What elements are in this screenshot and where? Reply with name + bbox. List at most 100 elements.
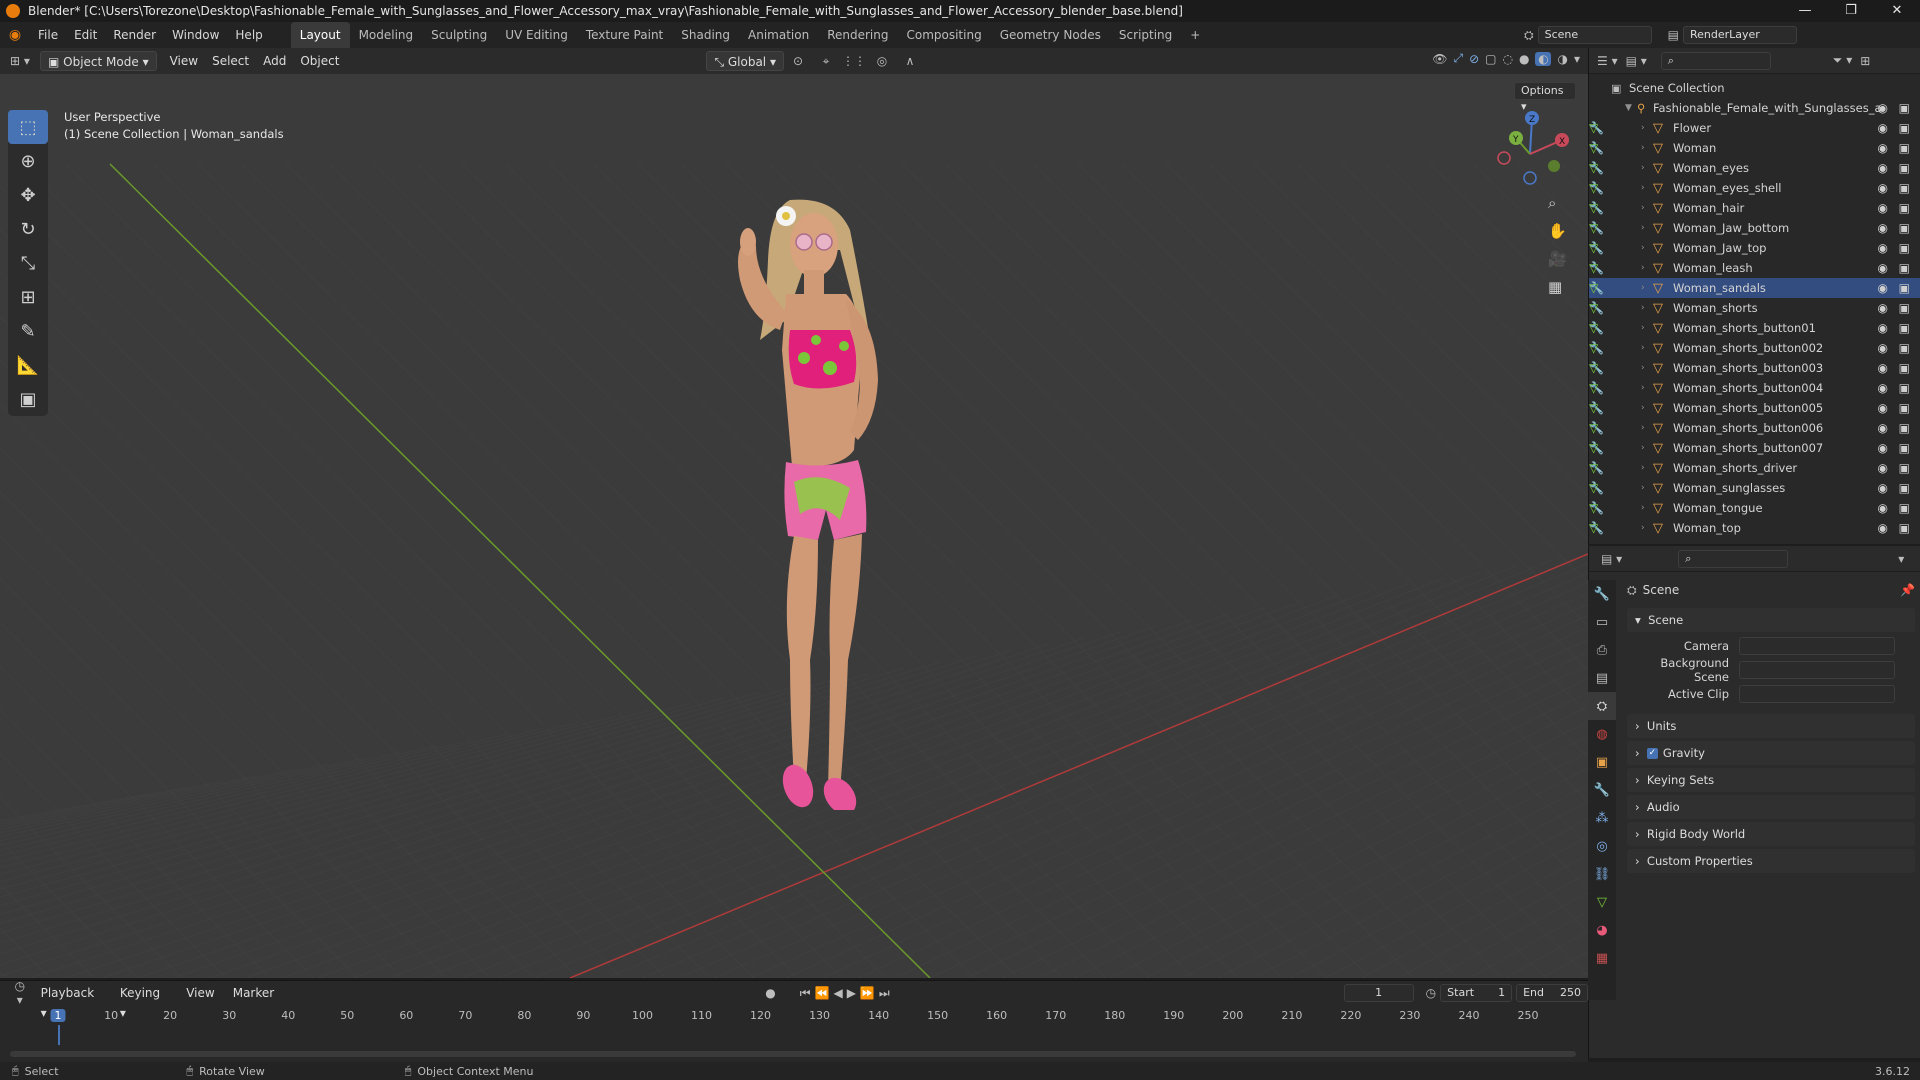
outliner-scene-collection[interactable]: ▣ Scene Collection xyxy=(1589,78,1920,98)
expand-icon[interactable]: › xyxy=(1641,483,1645,493)
mode-selector[interactable]: ▣ Object Mode ▾ xyxy=(40,51,157,71)
render-camera-icon[interactable]: ▣ xyxy=(1899,461,1910,475)
frame-ruler[interactable]: 1 10 20 30 40 50 60 70 80 90 100 110 120 130 140 150 160… xyxy=(0,1007,1588,1045)
expand-icon[interactable]: › xyxy=(1641,443,1645,453)
units-panel[interactable]: › Units xyxy=(1627,714,1915,738)
menu-help[interactable]: Help xyxy=(227,22,270,48)
modifier-tab-icon[interactable]: 🔧 xyxy=(1588,776,1616,804)
minimize-button[interactable]: — xyxy=(1782,0,1828,22)
visibility-eye-icon[interactable]: ◉ xyxy=(1878,161,1888,175)
current-frame-marker[interactable]: 1 xyxy=(50,1009,66,1022)
render-camera-icon[interactable]: ▣ xyxy=(1899,341,1910,355)
mesh-data-icon[interactable]: ▽ xyxy=(1589,521,1598,535)
pin-icon[interactable]: 📌 xyxy=(1900,583,1915,597)
outliner-item[interactable]: › ▽ Woman_shorts_button004 🔧 ▽ ◉ ▣ xyxy=(1589,378,1920,398)
scene-tab-icon[interactable]: ⛭ xyxy=(1588,692,1616,720)
expand-icon[interactable]: › xyxy=(1641,183,1645,193)
render-camera-icon[interactable]: ▣ xyxy=(1899,201,1910,215)
visibility-eye-icon[interactable]: ◉ xyxy=(1878,361,1888,375)
playback-menu[interactable]: Playback ▾ xyxy=(34,983,109,1020)
expand-icon[interactable]: › xyxy=(1641,363,1645,373)
keying-sets-panel[interactable]: › Keying Sets xyxy=(1627,768,1915,792)
tool-tab-icon[interactable]: 🔧 xyxy=(1588,580,1616,608)
rendered-shading-icon[interactable]: ◑ xyxy=(1557,52,1567,66)
workspace-tab-rendering[interactable]: Rendering xyxy=(818,22,897,48)
blender-menu-icon[interactable]: ◉ xyxy=(0,27,30,43)
add-cube-tool[interactable]: ▣ xyxy=(8,382,48,416)
outliner-item[interactable]: › ▽ Woman_shorts_button003 🔧 ▽ ◉ ▣ xyxy=(1589,358,1920,378)
outliner-item[interactable]: › ▽ Woman_tongue 🔧 ▽ ◉ ▣ xyxy=(1589,498,1920,518)
mesh-data-icon[interactable]: ▽ xyxy=(1589,141,1598,155)
prev-keyframe-icon[interactable]: ⏪ xyxy=(815,986,830,1000)
shading-options-icon[interactable]: ▾ xyxy=(1574,52,1580,66)
material-tab-icon[interactable]: ◕ xyxy=(1588,916,1616,944)
visibility-eye-icon[interactable]: ◉ xyxy=(1878,461,1888,475)
marker-menu[interactable]: Marker xyxy=(226,983,281,1003)
outliner-item[interactable]: › ▽ Woman_shorts 🔧 ▽ ◉ ▣ xyxy=(1589,298,1920,318)
expand-icon[interactable]: › xyxy=(1641,383,1645,393)
jump-end-icon[interactable]: ⏭ xyxy=(879,986,890,1001)
new-collection-icon[interactable]: ⊞ xyxy=(1860,54,1870,68)
expand-icon[interactable]: › xyxy=(1641,123,1645,133)
visibility-eye-icon[interactable]: ◉ xyxy=(1878,221,1888,235)
workspace-tab-animation[interactable]: Animation xyxy=(739,22,818,48)
playhead[interactable] xyxy=(58,1025,60,1045)
record-icon[interactable]: ● xyxy=(765,986,775,1000)
mesh-data-icon[interactable]: ▽ xyxy=(1589,421,1598,435)
mesh-data-icon[interactable]: ▽ xyxy=(1589,341,1598,355)
menu-edit[interactable]: Edit xyxy=(66,22,105,48)
close-button[interactable]: ✕ xyxy=(1874,0,1920,22)
maximize-button[interactable]: ❐ xyxy=(1828,0,1874,22)
gravity-checkbox[interactable]: ✓ xyxy=(1646,747,1658,759)
object-menu[interactable]: Object xyxy=(293,51,346,71)
outliner-item[interactable]: › ▽ Woman_shorts_driver 🔧 ▽ ◉ ▣ xyxy=(1589,458,1920,478)
render-camera-icon[interactable]: ▣ xyxy=(1899,281,1910,295)
visibility-eye-icon[interactable]: ◉ xyxy=(1878,321,1888,335)
ortho-toggle-icon[interactable]: ▦ xyxy=(1548,278,1567,296)
keying-menu[interactable]: Keying ▾ xyxy=(113,983,175,1020)
solid-shading-icon[interactable]: ● xyxy=(1519,52,1529,66)
expand-icon[interactable]: › xyxy=(1641,163,1645,173)
rotate-tool[interactable]: ↻ xyxy=(8,212,48,246)
pivot-icon[interactable]: ⊙ xyxy=(784,54,812,68)
snap-target-icon[interactable]: ⋮⋮ xyxy=(840,54,868,68)
menu-file[interactable]: File xyxy=(30,22,66,48)
workspace-tab-texture-paint[interactable]: Texture Paint xyxy=(577,22,672,48)
render-camera-icon[interactable]: ▣ xyxy=(1899,361,1910,375)
visibility-eye-icon[interactable]: ◉ xyxy=(1878,501,1888,515)
mesh-data-icon[interactable]: ▽ xyxy=(1589,461,1598,475)
camera-view-icon[interactable]: 🎥 xyxy=(1548,250,1567,268)
timeline-scrollbar[interactable] xyxy=(10,1051,1576,1057)
mesh-data-icon[interactable]: ▽ xyxy=(1589,481,1598,495)
scene-section-header[interactable]: ▾ Scene xyxy=(1627,608,1915,632)
texture-tab-icon[interactable]: ▦ xyxy=(1588,944,1616,972)
outliner-item[interactable]: › ▽ Woman_eyes_shell 🔧 ▽ ◉ ▣ xyxy=(1589,178,1920,198)
render-camera-icon[interactable]: ▣ xyxy=(1899,121,1910,135)
outliner-search-input[interactable]: ⌕ xyxy=(1660,51,1771,70)
visibility-eye-icon[interactable]: ◉ xyxy=(1878,521,1888,535)
mesh-data-icon[interactable]: ▽ xyxy=(1589,321,1598,335)
expand-icon[interactable]: ▼ xyxy=(1625,103,1632,113)
mesh-data-icon[interactable]: ▽ xyxy=(1589,301,1598,315)
expand-icon[interactable]: › xyxy=(1641,423,1645,433)
visibility-eye-icon[interactable]: ◉ xyxy=(1878,201,1888,215)
overlay-icon[interactable]: ⊘ xyxy=(1469,52,1479,66)
expand-icon[interactable]: › xyxy=(1641,403,1645,413)
outliner-item[interactable]: › ▽ Woman_shorts_button01 🔧 ▽ ◉ ▣ xyxy=(1589,318,1920,338)
zoom-icon[interactable]: ⌕ xyxy=(1548,194,1567,212)
visibility-eye-icon[interactable]: ◉ xyxy=(1878,381,1888,395)
mesh-data-icon[interactable]: ▽ xyxy=(1589,381,1598,395)
visibility-eye-icon[interactable]: ◉ xyxy=(1878,101,1888,115)
gizmo-icon[interactable]: ⤢ xyxy=(1454,51,1464,66)
mesh-data-icon[interactable]: ▽ xyxy=(1589,441,1598,455)
expand-icon[interactable]: › xyxy=(1641,243,1645,253)
display-mode-icon[interactable]: ▤ ▾ xyxy=(1626,54,1647,68)
expand-icon[interactable]: › xyxy=(1641,203,1645,213)
render-camera-icon[interactable]: ▣ xyxy=(1899,501,1910,515)
visibility-eye-icon[interactable]: ◉ xyxy=(1878,261,1888,275)
mesh-data-icon[interactable]: ▽ xyxy=(1589,401,1598,415)
mesh-data-icon[interactable]: ▽ xyxy=(1589,501,1598,515)
render-camera-icon[interactable]: ▣ xyxy=(1899,421,1910,435)
workspace-tab-compositing[interactable]: Compositing xyxy=(897,22,990,48)
menu-window[interactable]: Window xyxy=(164,22,227,48)
